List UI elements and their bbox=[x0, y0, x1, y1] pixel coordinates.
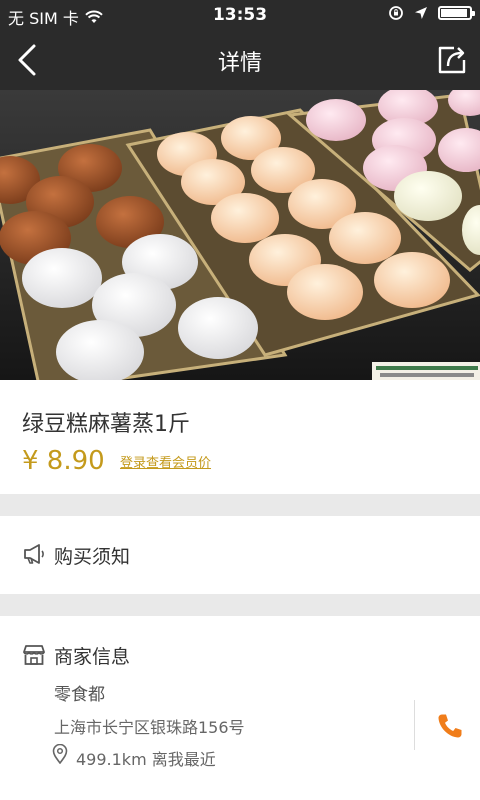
product-image bbox=[0, 90, 480, 380]
merchant-heading: 商家信息 bbox=[54, 646, 131, 668]
megaphone-icon bbox=[24, 544, 44, 564]
battery-icon bbox=[438, 6, 475, 20]
location-pin-icon bbox=[52, 744, 68, 764]
vertical-divider bbox=[414, 700, 415, 750]
product-price: ¥ 8.90 bbox=[22, 446, 105, 476]
detail-screen: 无 SIM 卡 13:53 详情 绿豆糕麻薯蒸1斤 ¥ 8.90 登录查看会员价… bbox=[0, 0, 480, 800]
section-divider bbox=[0, 594, 480, 616]
page-title: 详情 bbox=[217, 51, 262, 76]
status-bar: 无 SIM 卡 13:53 bbox=[0, 0, 480, 30]
store-icon bbox=[23, 645, 45, 665]
share-icon[interactable] bbox=[434, 42, 470, 78]
merchant-info: 商家信息 零食都 上海市长宁区银珠路156号 499.1km 离我最近 bbox=[0, 616, 480, 800]
phone-icon[interactable] bbox=[436, 712, 464, 740]
member-price-link[interactable]: 登录查看会员价 bbox=[120, 452, 211, 471]
purchase-notice-row[interactable]: 购买须知 bbox=[0, 516, 480, 594]
product-info: 绿豆糕麻薯蒸1斤 ¥ 8.90 登录查看会员价 bbox=[0, 380, 480, 494]
purchase-notice-label: 购买须知 bbox=[54, 546, 131, 568]
rotation-lock-icon bbox=[389, 6, 403, 20]
merchant-distance: 499.1km 离我最近 bbox=[76, 750, 216, 769]
product-title: 绿豆糕麻薯蒸1斤 bbox=[22, 412, 190, 437]
merchant-address[interactable]: 上海市长宁区银珠路156号 bbox=[54, 714, 245, 738]
location-arrow-icon bbox=[415, 7, 427, 19]
nav-bar: 详情 bbox=[0, 30, 480, 90]
status-right bbox=[388, 5, 475, 21]
mochi-display-illustration bbox=[0, 90, 480, 380]
merchant-name[interactable]: 零食都 bbox=[54, 680, 105, 705]
section-divider bbox=[0, 494, 480, 516]
